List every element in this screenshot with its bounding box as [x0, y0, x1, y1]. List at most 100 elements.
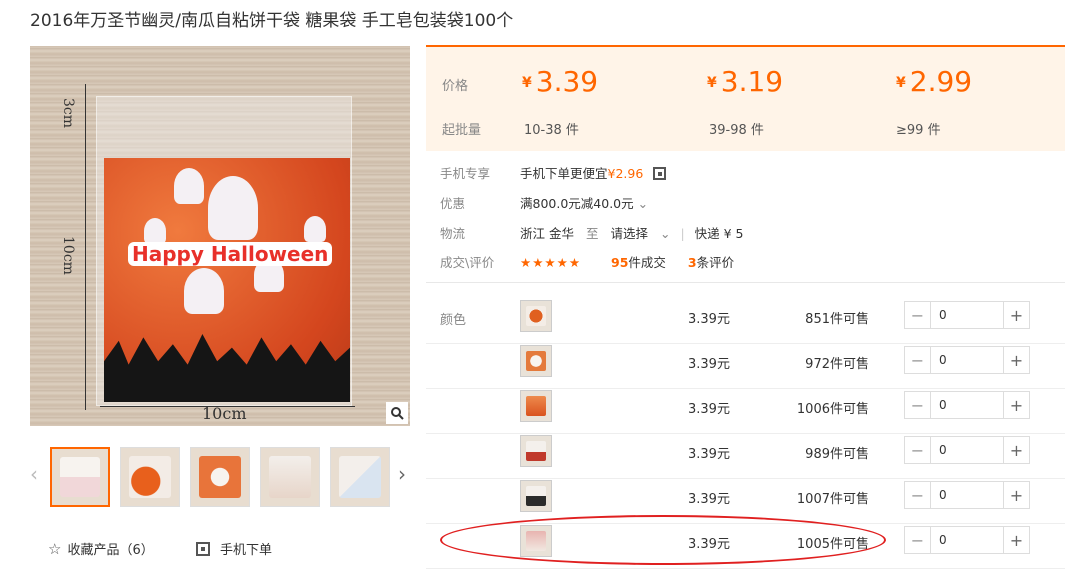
mobile-order-button[interactable]: 手机下单: [196, 539, 272, 558]
chevron-down-icon: ⌄: [637, 196, 649, 211]
magnifier-icon: [391, 407, 404, 420]
shipping-to: 至: [585, 226, 599, 241]
sku-stock: 1007件可售: [796, 492, 869, 507]
quantity-input[interactable]: 0: [931, 392, 1003, 418]
gallery-thumbnail[interactable]: [120, 447, 180, 507]
sku-row: 3.39元 1006件可售 − 0 +: [426, 389, 1065, 434]
decrease-button[interactable]: −: [905, 392, 931, 418]
price-tier-1: ¥3.39: [522, 65, 599, 98]
decrease-button[interactable]: −: [905, 437, 931, 463]
quantity-stepper: − 0 +: [904, 481, 1030, 509]
ghost-graphic: [174, 168, 204, 204]
quantity-input[interactable]: 0: [931, 347, 1003, 373]
mobile-order-label: 手机下单: [220, 543, 273, 558]
quantity-stepper: − 0 +: [904, 526, 1030, 554]
quantity-stepper: − 0 +: [904, 301, 1030, 329]
qty-tier-1: 10-38 件: [524, 123, 579, 138]
ghost-graphic: [184, 268, 224, 314]
sku-stock: 1005件可售: [796, 537, 869, 552]
sku-row: 3.39元 989件可售 − 0 +: [426, 434, 1065, 479]
sku-row: 3.39元 851件可售 − 0 +: [426, 299, 1065, 344]
deals-label: 成交\评价: [440, 255, 495, 270]
shipping-method: 快递 ¥ 5: [694, 226, 744, 241]
sku-thumbnail[interactable]: [520, 480, 552, 512]
chevron-down-icon: ⌄: [659, 226, 671, 241]
increase-button[interactable]: +: [1003, 527, 1029, 553]
quantity-stepper: − 0 +: [904, 346, 1030, 374]
decrease-button[interactable]: −: [905, 347, 931, 373]
zoom-button[interactable]: [386, 402, 408, 424]
gallery-thumbnail[interactable]: [260, 447, 320, 507]
increase-button[interactable]: +: [1003, 392, 1029, 418]
quantity-input[interactable]: 0: [931, 527, 1003, 553]
quantity-input[interactable]: 0: [931, 437, 1003, 463]
sku-thumbnail[interactable]: [520, 300, 552, 332]
mobile-exclusive-label: 手机专享: [440, 166, 491, 181]
sku-price: 3.39元: [688, 492, 730, 507]
gallery-thumbnail[interactable]: [330, 447, 390, 507]
main-product-image[interactable]: Happy Halloween 3cm 10cm 10cm: [30, 46, 410, 426]
ghost-graphic: [144, 218, 166, 244]
increase-button[interactable]: +: [1003, 482, 1029, 508]
decrease-button[interactable]: −: [905, 302, 931, 328]
sku-price: 3.39元: [688, 447, 730, 462]
favorite-label: 收藏产品（6）: [67, 543, 154, 558]
sku-stock: 1006件可售: [796, 402, 869, 417]
sku-price: 3.39元: [688, 312, 730, 327]
moq-label: 起批量: [442, 123, 482, 138]
promo-dropdown[interactable]: 满800.0元减40.0元 ⌄: [520, 193, 648, 212]
qr-code-icon: [196, 542, 210, 556]
gallery-thumbnail[interactable]: [190, 447, 250, 507]
sku-thumbnail[interactable]: [520, 390, 552, 422]
ghost-graphic: [304, 216, 326, 242]
gallery-next-button[interactable]: ›: [398, 462, 406, 486]
dimension-bottom-label: 10cm: [202, 404, 247, 423]
price-tier-2: ¥3.19: [707, 65, 784, 98]
dimension-line-vertical: [85, 84, 86, 410]
qty-tier-2: 39-98 件: [709, 123, 764, 138]
star-outline-icon: ☆: [48, 540, 62, 558]
dimension-top-label: 3cm: [60, 98, 76, 129]
dimension-side-label: 10cm: [60, 236, 76, 275]
gallery-thumbnail[interactable]: [50, 447, 110, 507]
shipping-destination-select[interactable]: 请选择 ⌄: [610, 226, 670, 241]
happy-halloween-print: Happy Halloween: [128, 242, 333, 266]
sku-stock: 989件可售: [805, 447, 869, 462]
gallery-prev-button[interactable]: ‹: [30, 462, 38, 486]
review-count[interactable]: 3条评价: [688, 255, 734, 270]
shipping-label: 物流: [440, 226, 466, 241]
sku-price: 3.39元: [688, 402, 730, 417]
sku-price: 3.39元: [688, 537, 730, 552]
decrease-button[interactable]: −: [905, 527, 931, 553]
price-panel: 价格 起批量 ¥3.39 10-38 件 ¥3.19 39-98 件 ¥2.99…: [426, 45, 1065, 151]
qr-code-icon[interactable]: [653, 167, 667, 180]
quantity-stepper: − 0 +: [904, 391, 1030, 419]
sold-count[interactable]: 95件成交: [611, 255, 666, 270]
ghost-graphic: [208, 176, 258, 240]
quantity-input[interactable]: 0: [931, 302, 1003, 328]
sku-thumbnail[interactable]: [520, 525, 552, 557]
sku-row: 3.39元 972件可售 − 0 +: [426, 344, 1065, 389]
product-title: 2016年万圣节幽灵/南瓜自粘饼干袋 糖果袋 手工皂包装袋100个: [30, 11, 514, 31]
increase-button[interactable]: +: [1003, 437, 1029, 463]
shipping-origin: 浙江 金华: [520, 226, 574, 241]
grass-silhouette: [104, 334, 350, 402]
sku-thumbnail[interactable]: [520, 435, 552, 467]
sku-row: 3.39元 1007件可售 − 0 +: [426, 479, 1065, 524]
qty-tier-3: ≥99 件: [896, 123, 941, 138]
increase-button[interactable]: +: [1003, 302, 1029, 328]
sku-stock: 972件可售: [805, 357, 869, 372]
sku-row: 3.39元 1005件可售 − 0 +: [426, 524, 1065, 569]
price-tier-3: ¥2.99: [896, 65, 973, 98]
mobile-exclusive-value: 手机下单更便宜¥2.96: [520, 163, 667, 182]
increase-button[interactable]: +: [1003, 347, 1029, 373]
sku-price: 3.39元: [688, 357, 730, 372]
price-label: 价格: [442, 79, 469, 94]
quantity-stepper: − 0 +: [904, 436, 1030, 464]
sku-stock: 851件可售: [805, 312, 869, 327]
bag-print: Happy Halloween: [104, 158, 350, 402]
favorite-product-button[interactable]: ☆ 收藏产品（6）: [48, 539, 154, 558]
decrease-button[interactable]: −: [905, 482, 931, 508]
sku-thumbnail[interactable]: [520, 345, 552, 377]
quantity-input[interactable]: 0: [931, 482, 1003, 508]
